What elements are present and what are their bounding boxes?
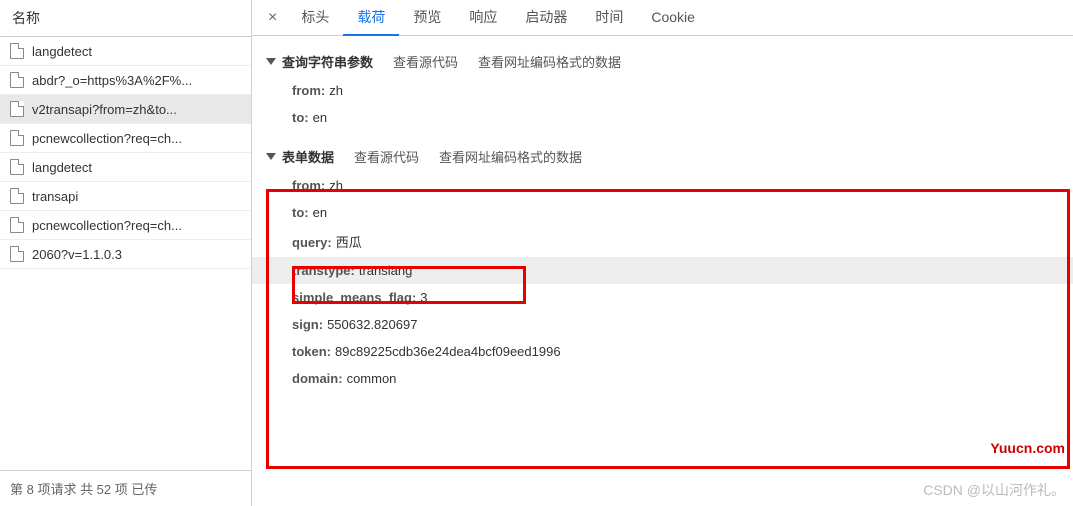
request-item-selected[interactable]: v2transapi?from=zh&to... [0,95,251,124]
file-icon [10,43,24,59]
watermark-yuucn: Yuucn.com [990,440,1065,456]
view-urlencoded-link[interactable]: 查看网址编码格式的数据 [439,147,582,166]
kv-row: to:en [252,199,1073,226]
file-icon [10,246,24,262]
kv-row: sign:550632.820697 [252,311,1073,338]
kv-row: from:zh [252,172,1073,199]
tab-timing[interactable]: 时间 [581,0,637,36]
kv-row: simple_means_flag:3 [252,284,1073,311]
file-icon [10,159,24,175]
file-icon [10,130,24,146]
triangle-down-icon [266,153,276,160]
view-source-link[interactable]: 查看源代码 [354,147,419,166]
kv-row: token:89c89225cdb36e24dea4bcf09eed1996 [252,338,1073,365]
sidebar-footer: 第 8 项请求 共 52 项 已传 [0,470,251,506]
triangle-down-icon [266,58,276,65]
file-icon [10,72,24,88]
kv-row: to:en [252,104,1073,131]
request-item[interactable]: pcnewcollection?req=ch... [0,124,251,153]
tab-headers[interactable]: 标头 [287,0,343,36]
file-icon [10,101,24,117]
payload-content: 查询字符串参数 查看源代码 查看网址编码格式的数据 from:zh to:en … [252,36,1073,392]
view-source-link[interactable]: 查看源代码 [393,52,458,71]
tab-payload[interactable]: 载荷 [343,0,399,36]
tab-response[interactable]: 响应 [455,0,511,36]
request-list: langdetect abdr?_o=https%3A%2F%... v2tra… [0,37,251,470]
view-urlencoded-link[interactable]: 查看网址编码格式的数据 [478,52,621,71]
tab-preview[interactable]: 预览 [399,0,455,36]
section-title-text: 查询字符串参数 [282,52,373,71]
form-section-header[interactable]: 表单数据 查看源代码 查看网址编码格式的数据 [252,141,1073,172]
request-item[interactable]: pcnewcollection?req=ch... [0,211,251,240]
request-item[interactable]: langdetect [0,37,251,66]
sidebar-header: 名称 [0,0,251,37]
request-item[interactable]: transapi [0,182,251,211]
request-item[interactable]: abdr?_o=https%3A%2F%... [0,66,251,95]
request-item[interactable]: langdetect [0,153,251,182]
tab-bar: × 标头 载荷 预览 响应 启动器 时间 Cookie [252,0,1073,36]
file-icon [10,217,24,233]
close-icon[interactable]: × [258,9,287,27]
watermark-csdn: CSDN @以山河作礼。 [923,480,1065,500]
network-sidebar: 名称 langdetect abdr?_o=https%3A%2F%... v2… [0,0,252,506]
file-icon [10,188,24,204]
kv-row: domain:common [252,365,1073,392]
query-section-header[interactable]: 查询字符串参数 查看源代码 查看网址编码格式的数据 [252,46,1073,77]
section-title-text: 表单数据 [282,147,334,166]
tab-cookies[interactable]: Cookie [637,1,709,34]
kv-row: query:西瓜 [252,226,1073,257]
tab-initiator[interactable]: 启动器 [511,0,581,36]
kv-row: from:zh [252,77,1073,104]
request-item[interactable]: 2060?v=1.1.0.3 [0,240,251,269]
kv-row-highlighted: transtype:translang [252,257,1073,284]
main-panel: × 标头 载荷 预览 响应 启动器 时间 Cookie 查询字符串参数 查看源代… [252,0,1073,506]
